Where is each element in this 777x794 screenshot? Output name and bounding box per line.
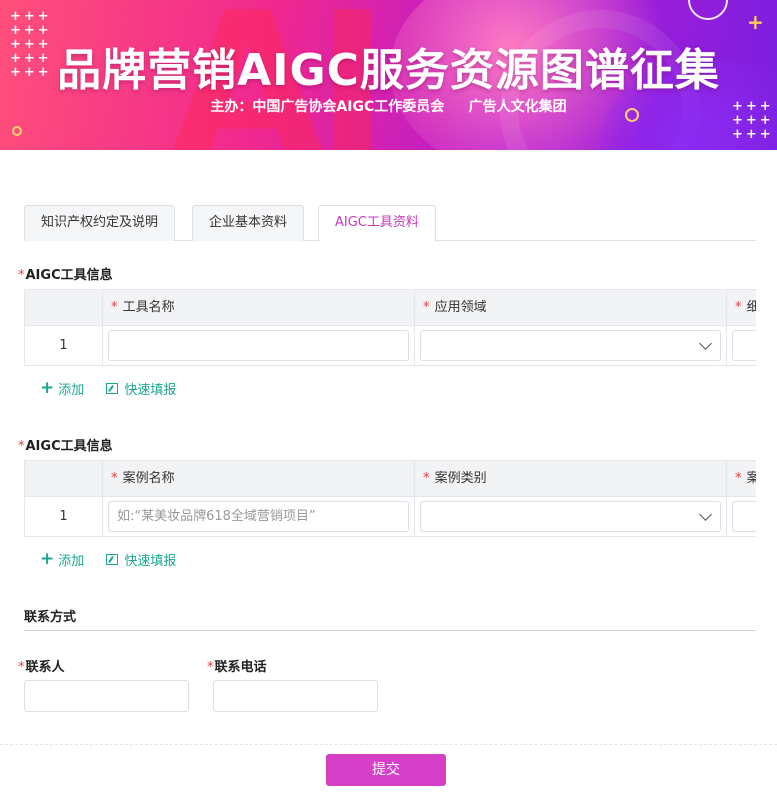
column-header: * 案例名称 (103, 461, 415, 496)
table-header: * 案例名称 * 案例类别 * 案 (25, 461, 756, 497)
footer-divider (0, 744, 777, 745)
add-case-button[interactable]: + 添加 (40, 549, 84, 569)
tab-aigc-tools[interactable]: AIGC工具资料 (318, 205, 436, 242)
contact-phone-label: *联系电话 (207, 660, 267, 675)
column-header: * 工具名称 (103, 290, 415, 325)
chevron-down-icon (699, 508, 712, 521)
case-table: * 案例名称 * 案例类别 * 案 1 如:“某美妆品牌618全域营销项目” (24, 460, 756, 537)
form-tabs: 知识产权约定及说明 企业基本资料 AIGC工具资料 (24, 205, 756, 242)
index-header (25, 461, 103, 496)
contact-person-label: *联系人 (18, 660, 65, 675)
banner-title: 品牌营销AIGC服务资源图谱征集 (57, 45, 720, 96)
column-header: * 案例类别 (415, 461, 727, 496)
quick-fill-tool-button[interactable]: 快速填报 (106, 379, 176, 398)
tool-name-input[interactable] (108, 330, 409, 361)
banner-subtitle: 主办：中国广告协会AIGC工作委员会 广告人文化集团 (210, 99, 567, 115)
tab-ip-agreement[interactable]: 知识产权约定及说明 (24, 205, 176, 241)
case-category-select[interactable] (420, 501, 721, 532)
plus-icon: + (40, 378, 55, 398)
application-field-select[interactable] (420, 330, 721, 361)
index-header (25, 290, 103, 325)
row-index: 1 (25, 326, 103, 365)
column-header: * 细 (735, 300, 756, 315)
quick-fill-case-button[interactable]: 快速填报 (106, 550, 176, 569)
table-row: 1 (25, 326, 756, 366)
section-divider (24, 630, 756, 631)
ring-icon (688, 0, 728, 20)
detail-input[interactable] (732, 330, 756, 361)
case-extra-input[interactable] (732, 501, 756, 532)
contact-person-input[interactable] (24, 680, 189, 712)
tool-table-actions: + 添加 快速填报 (40, 378, 194, 398)
chevron-down-icon (699, 337, 712, 350)
case-section-title: *AIGC工具信息 (18, 439, 113, 454)
table-header: * 工具名称 * 应用领域 * 细 (25, 290, 756, 326)
ring-icon (12, 126, 22, 136)
contact-phone-input[interactable] (213, 680, 378, 712)
tab-company-info[interactable]: 企业基本资料 (192, 205, 305, 241)
header-banner: AI +++ +++ +++ +++ +++ +++ +++ +++ + 品牌营销AIGC服… (0, 0, 777, 150)
case-table-actions: + 添加 快速填报 (40, 549, 194, 569)
plus-icon: + (40, 549, 55, 569)
gold-plus-icon: + (747, 10, 764, 34)
edit-icon (106, 382, 119, 394)
row-index: 1 (25, 497, 103, 536)
submit-button[interactable]: 提交 (326, 754, 446, 786)
add-tool-button[interactable]: + 添加 (40, 378, 84, 398)
edit-icon (106, 553, 119, 565)
column-header: * 应用领域 (415, 290, 727, 325)
table-row: 1 如:“某美妆品牌618全域营销项目” (25, 497, 756, 537)
case-name-input[interactable]: 如:“某美妆品牌618全域营销项目” (108, 501, 409, 532)
column-header: * 案 (735, 471, 756, 486)
tool-table: * 工具名称 * 应用领域 * 细 1 (24, 289, 756, 366)
tool-section-title: *AIGC工具信息 (18, 268, 113, 283)
contact-section-title: 联系方式 (24, 610, 77, 625)
